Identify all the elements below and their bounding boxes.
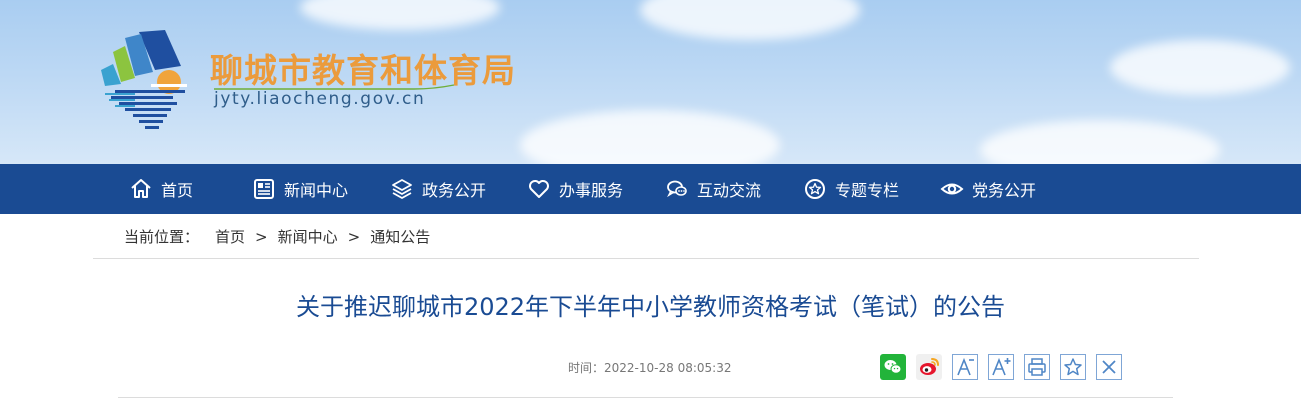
publish-time-label: 时间： <box>568 361 605 375</box>
cloud <box>1110 40 1290 95</box>
nav-label: 互动交流 <box>697 181 762 200</box>
nav-label: 办事服务 <box>559 181 624 200</box>
font-increase-button[interactable] <box>988 354 1014 380</box>
print-button[interactable] <box>1024 354 1050 380</box>
chat-icon <box>665 177 689 201</box>
cloud <box>300 0 500 30</box>
eye-icon <box>940 177 964 201</box>
print-icon <box>1026 356 1048 378</box>
nav-label: 新闻中心 <box>284 181 349 200</box>
newspaper-icon <box>252 177 276 201</box>
share-toolbar <box>880 354 1122 380</box>
nav-label: 党务公开 <box>972 181 1037 200</box>
nav-label: 首页 <box>161 181 194 200</box>
layers-icon <box>390 177 414 201</box>
breadcrumb-home[interactable]: 首页 <box>215 226 245 247</box>
site-url: jyty.liaocheng.gov.cn <box>214 89 426 109</box>
breadcrumb-notices[interactable]: 通知公告 <box>370 226 430 247</box>
nav-label: 政务公开 <box>422 181 487 200</box>
liaocheng-education-logo[interactable] <box>95 26 191 136</box>
font-decrease-icon <box>954 356 976 378</box>
breadcrumb-label: 当前位置： <box>124 228 200 246</box>
divider <box>118 397 1173 398</box>
cloud <box>640 0 860 40</box>
article-title: 关于推迟聊城市2022年下半年中小学教师资格考试（笔试）的公告 <box>295 293 1006 321</box>
publish-time: 时间：2022-10-28 08:05:32 <box>568 359 731 376</box>
weibo-icon <box>916 354 942 380</box>
publish-time-value: 2022-10-28 08:05:32 <box>604 361 732 375</box>
header-banner: 聊城市教育和体育局 jyty.liaocheng.gov.cn <box>0 0 1301 164</box>
nav-item-home[interactable]: 首页 <box>129 164 193 214</box>
main-navbar: 首页 新闻中心 政务公开 办事服务 互动交流 专题专栏 党务公开 <box>0 164 1301 214</box>
breadcrumb-separator: > <box>347 227 361 246</box>
nav-item-party-affairs[interactable]: 党务公开 <box>940 164 1036 214</box>
heart-icon <box>527 177 551 201</box>
breadcrumb-separator: > <box>255 227 268 246</box>
cloud <box>520 110 780 164</box>
nav-item-services[interactable]: 办事服务 <box>527 164 623 214</box>
wechat-icon <box>880 354 906 380</box>
nav-item-government-affairs[interactable]: 政务公开 <box>390 164 486 214</box>
nav-item-special-topics[interactable]: 专题专栏 <box>803 164 899 214</box>
favorite-button[interactable] <box>1060 354 1086 380</box>
nav-item-news[interactable]: 新闻中心 <box>252 164 348 214</box>
breadcrumb-news-center[interactable]: 新闻中心 <box>278 226 338 247</box>
star-circle-icon <box>803 177 827 201</box>
divider <box>93 258 1199 259</box>
share-wechat-button[interactable] <box>880 354 906 380</box>
close-button[interactable] <box>1096 354 1122 380</box>
favorite-icon <box>1062 356 1084 378</box>
nav-label: 专题专栏 <box>835 181 900 200</box>
nav-item-interaction[interactable]: 互动交流 <box>665 164 761 214</box>
font-decrease-button[interactable] <box>952 354 978 380</box>
home-icon <box>129 177 153 201</box>
breadcrumb: 当前位置： 首页 > 新闻中心 > 通知公告 <box>124 226 430 247</box>
font-increase-icon <box>990 356 1012 378</box>
close-icon <box>1098 356 1120 378</box>
cloud <box>980 120 1220 164</box>
share-weibo-button[interactable] <box>916 354 942 380</box>
